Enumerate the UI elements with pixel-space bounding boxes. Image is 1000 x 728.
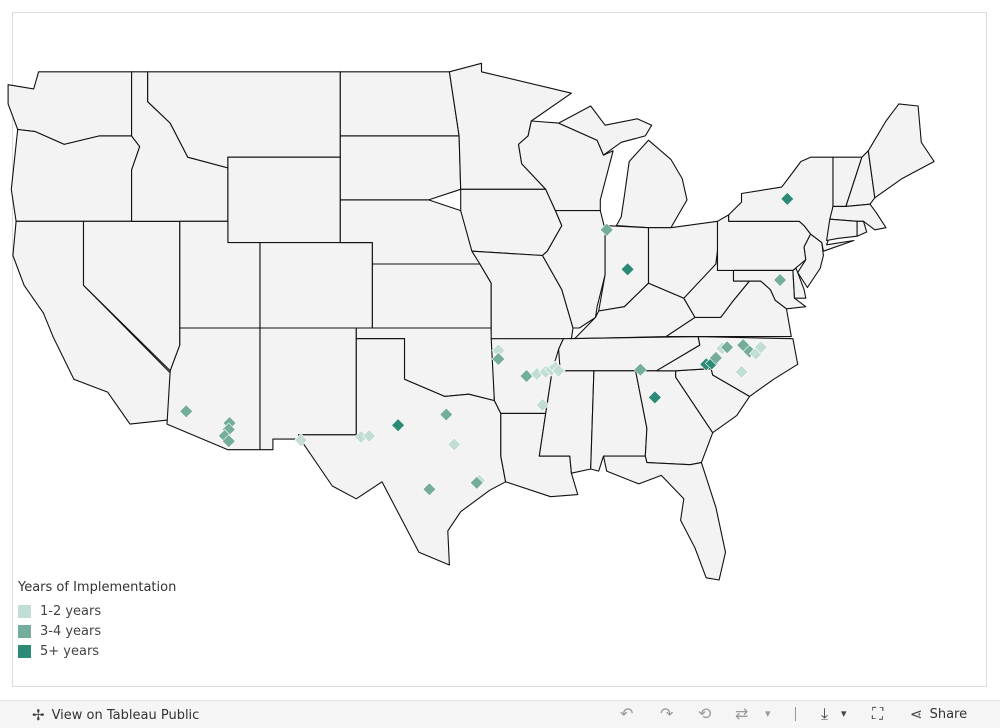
legend-item-1-2-years[interactable]: 1-2 years: [18, 601, 176, 621]
view-on-tableau-public-link[interactable]: ✢ View on Tableau Public: [32, 706, 199, 724]
state-me[interactable]: [867, 103, 935, 199]
toolbar: ✢ View on Tableau Public ↶ ↷ ⟲ ⇄ ▾ ⤓ ▾ ⛶…: [0, 700, 1000, 728]
view-on-tableau-public-label: View on Tableau Public: [51, 707, 200, 723]
share-button[interactable]: ⋖ Share: [910, 705, 967, 723]
state-pa[interactable]: [716, 214, 812, 271]
legend-title: Years of Implementation: [18, 580, 177, 595]
state-nm[interactable]: [259, 327, 357, 451]
download-chevron-icon[interactable]: ▾: [841, 707, 847, 720]
state-sd[interactable]: [339, 135, 462, 201]
download-icon[interactable]: ⤓: [821, 704, 828, 724]
state-ks[interactable]: [371, 263, 492, 329]
revert-icon[interactable]: ⟲: [698, 704, 711, 723]
state-fl[interactable]: [602, 455, 727, 581]
undo-icon[interactable]: ↶: [620, 704, 633, 723]
state-mi[interactable]: [615, 139, 688, 229]
chevron-down-icon[interactable]: ▾: [765, 707, 771, 720]
legend-label: 5+ years: [40, 643, 100, 659]
state-ct[interactable]: [826, 218, 858, 242]
legend-label: 3-4 years: [40, 623, 102, 639]
share-icon: ⋖: [910, 705, 923, 723]
legend-item-5-plus-years[interactable]: 5+ years: [18, 641, 176, 661]
tableau-logo-icon: ✢: [32, 706, 45, 724]
legend-swatch: [18, 644, 31, 658]
toolbar-divider: [795, 707, 796, 721]
legend-swatch: [18, 624, 31, 638]
fullscreen-icon[interactable]: ⛶: [872, 704, 883, 724]
state-boundaries: [7, 62, 935, 581]
legend-item-3-4-years[interactable]: 3-4 years: [18, 621, 176, 641]
state-nd[interactable]: [339, 71, 460, 137]
refresh-icon[interactable]: ⇄: [735, 704, 748, 723]
state-az[interactable]: [166, 327, 261, 451]
legend: Years of Implementation 1-2 years 3-4 ye…: [18, 580, 176, 661]
state-ia[interactable]: [460, 188, 563, 257]
state-co[interactable]: [259, 242, 373, 329]
legend-swatch: [18, 604, 31, 618]
state-or[interactable]: [10, 128, 141, 222]
redo-icon[interactable]: ↷: [660, 704, 673, 723]
state-ri[interactable]: [856, 220, 868, 237]
state-wy[interactable]: [227, 156, 341, 244]
legend-label: 1-2 years: [40, 603, 102, 619]
share-label: Share: [929, 706, 968, 722]
